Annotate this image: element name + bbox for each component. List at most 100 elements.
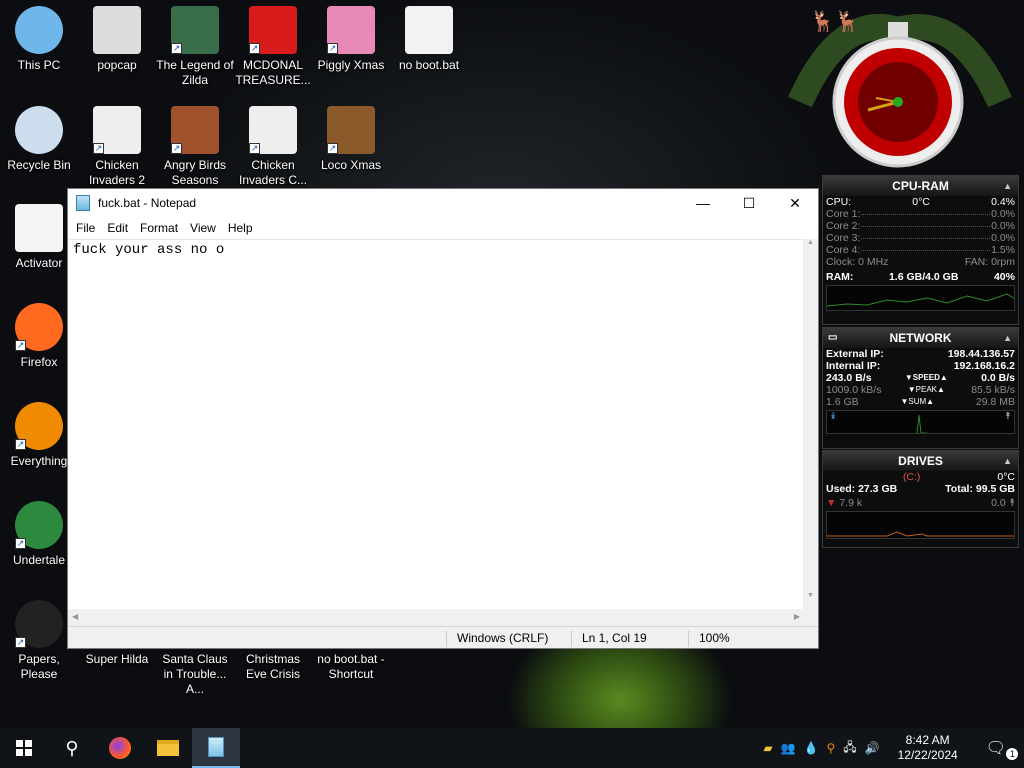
papers-please-icon: ↗ (15, 600, 63, 648)
network-graph: ⯯ ⯭ (826, 410, 1015, 434)
collapse-icon[interactable]: ▲ (1003, 176, 1012, 196)
desktop-icon[interactable]: ↗ The Legend of Zilda (156, 6, 234, 88)
external-ip-label: External IP: (826, 348, 884, 360)
menu-bar: File Edit Format View Help (68, 217, 818, 239)
date: 12/22/2024 (897, 748, 958, 762)
external-ip: 198.44.136.57 (947, 348, 1015, 360)
shortcut-arrow-icon: ↗ (15, 538, 26, 549)
sum-label: ▼SUM▲ (900, 397, 935, 406)
desktop-icon[interactable]: popcap (78, 6, 156, 73)
taskbar-file-explorer[interactable] (144, 728, 192, 768)
cursor-position-status: Ln 1, Col 19 (571, 631, 647, 647)
menu-edit[interactable]: Edit (101, 221, 134, 235)
desktop-icon[interactable]: ↗ Loco Xmas (312, 106, 390, 173)
desktop-icon-label: Angry Birds Seasons (163, 158, 227, 187)
monitor-icon (15, 6, 63, 54)
people-tray-icon[interactable]: 👥 (777, 741, 800, 755)
firefox-icon: ↗ (15, 303, 63, 351)
shortcut-arrow-icon: ↗ (171, 43, 182, 54)
core-value: 0.0% (991, 220, 1015, 232)
desktop-icon[interactable]: ↗ Chicken Invaders C... (234, 106, 312, 188)
menu-format[interactable]: Format (134, 221, 184, 235)
desktop-icon-label: Papers, Please (18, 652, 60, 681)
notepad-window[interactable]: fuck.bat - Notepad — ☐ ✕ File Edit Forma… (67, 188, 819, 649)
desktop-icon-label: Recycle Bin (7, 158, 71, 172)
recycle-bin-icon (15, 106, 63, 154)
menu-help[interactable]: Help (222, 221, 259, 235)
drive-activity-graph (826, 511, 1015, 539)
download-icon: ⯯ (830, 411, 836, 422)
desktop-icon-label: The Legend of Zilda (156, 58, 234, 87)
folder-tray-icon[interactable]: ▰ (759, 741, 776, 755)
desktop-icon-label: Super Hilda (85, 652, 149, 666)
ram-value: 1.6 GB/4.0 GB (888, 271, 959, 283)
notepad-icon (76, 195, 90, 211)
desktop-icon[interactable]: ↗ Chicken Invaders 2 (78, 106, 156, 188)
desktop-icon[interactable]: ↗ Piggly Xmas (312, 6, 390, 73)
desktop-icon[interactable]: ↗ MCDONAL TREASURE... (234, 6, 312, 88)
search-icon: ⚲ (65, 737, 79, 758)
zoom-status: 100% (688, 631, 730, 647)
peak-up: 85.5 kB/s (971, 384, 1015, 396)
menu-file[interactable]: File (70, 221, 101, 235)
desktop-icon-label: Chicken Invaders C... (238, 158, 308, 187)
desktop-icon-label: MCDONAL TREASURE... (235, 58, 311, 87)
drop-tray-icon[interactable]: 💧 (800, 741, 823, 755)
vertical-scrollbar[interactable]: ▲ ▼ (803, 239, 818, 609)
shortcut-arrow-icon: ↗ (15, 439, 26, 450)
desktop-icon[interactable]: ↗ Angry Birds Seasons (156, 106, 234, 188)
file-icon (15, 204, 63, 252)
maximize-button[interactable]: ☐ (726, 189, 772, 217)
peak-down: 1009.0 kB/s (826, 384, 882, 396)
drives-gadget[interactable]: DRIVES ▲ (C:) 0°C Used: 27.3 GB Total: 99.5… (822, 450, 1019, 548)
notification-count: 1 (1006, 748, 1018, 760)
horizontal-scrollbar[interactable]: ◀ ▶ (68, 609, 804, 626)
sum-up: 29.8 MB (975, 396, 1015, 408)
network-gadget[interactable]: ▭ NETWORK ▲ External IP: 198.44.136.57 Inte… (822, 327, 1019, 449)
drive-write: 0.0 (991, 497, 1006, 509)
write-icon: ⯭ (1008, 497, 1015, 509)
collapse-icon[interactable]: ▲ (1003, 451, 1012, 471)
text-editor[interactable]: fuck your ass no o (69, 239, 805, 609)
clock[interactable]: 8:42 AM 12/22/2024 (884, 733, 972, 763)
christmas-clock-gadget[interactable]: 🦌🦌 (780, 2, 1016, 174)
volume-icon[interactable]: 🔊 (861, 741, 884, 755)
notification-button[interactable]: 🗨 1 (972, 738, 1024, 760)
taskbar-firefox[interactable] (96, 728, 144, 768)
drive-used: Used: 27.3 GB (826, 483, 898, 495)
shortcut-arrow-icon: ↗ (249, 43, 260, 54)
menu-view[interactable]: View (184, 221, 222, 235)
drives-title: DRIVES (898, 454, 943, 468)
minimize-button[interactable]: — (680, 189, 726, 217)
start-button[interactable] (0, 728, 48, 768)
network-title: NETWORK (889, 331, 952, 345)
drive-read: 7.9 k (839, 497, 863, 509)
desktop-icon-label: This PC (17, 58, 61, 72)
desktop-icon[interactable]: Recycle Bin (0, 106, 78, 173)
desktop-icon[interactable]: no boot.bat (390, 6, 468, 73)
core-label: Core 4: (826, 244, 861, 256)
ram-percent: 40% (993, 271, 1015, 283)
cpu-label: CPU: (826, 196, 852, 208)
desktop-icon-label: no boot.bat - Shortcut (317, 652, 385, 681)
cpu-ram-header: CPU-RAM ▲ (823, 176, 1018, 196)
network-tray-icon[interactable]: 🖧 (839, 738, 860, 759)
reindeer-icon: 🦌🦌 (810, 9, 860, 33)
cpu-ram-gadget[interactable]: CPU-RAM ▲ CPU: 0°C 0.4% Core 1: 0.0% Core 2:… (822, 175, 1019, 325)
core-value: 0.0% (991, 232, 1015, 244)
system-tray: ▰ 👥 💧 ⚲ 🖧 🔊 8:42 AM 12/22/2024 🗨 1 (759, 728, 1024, 768)
chicken-icon: ↗ (93, 106, 141, 154)
collapse-icon[interactable]: ▲ (1003, 328, 1012, 348)
everything-tray-icon[interactable]: ⚲ (822, 741, 839, 755)
title-bar[interactable]: fuck.bat - Notepad — ☐ ✕ (68, 189, 818, 217)
cpu-ram-title: CPU-RAM (892, 179, 949, 193)
shortcut-arrow-icon: ↗ (249, 143, 260, 154)
taskbar-notepad[interactable] (192, 728, 240, 768)
fan-speed: FAN: 0rpm (964, 256, 1015, 268)
close-button[interactable]: ✕ (772, 189, 818, 217)
drive-temp: 0°C (997, 471, 1015, 483)
folder-icon (157, 740, 179, 756)
internal-ip: 192.168.16.2 (953, 360, 1015, 372)
desktop-icon[interactable]: This PC (0, 6, 78, 73)
search-button[interactable]: ⚲ (48, 728, 96, 768)
